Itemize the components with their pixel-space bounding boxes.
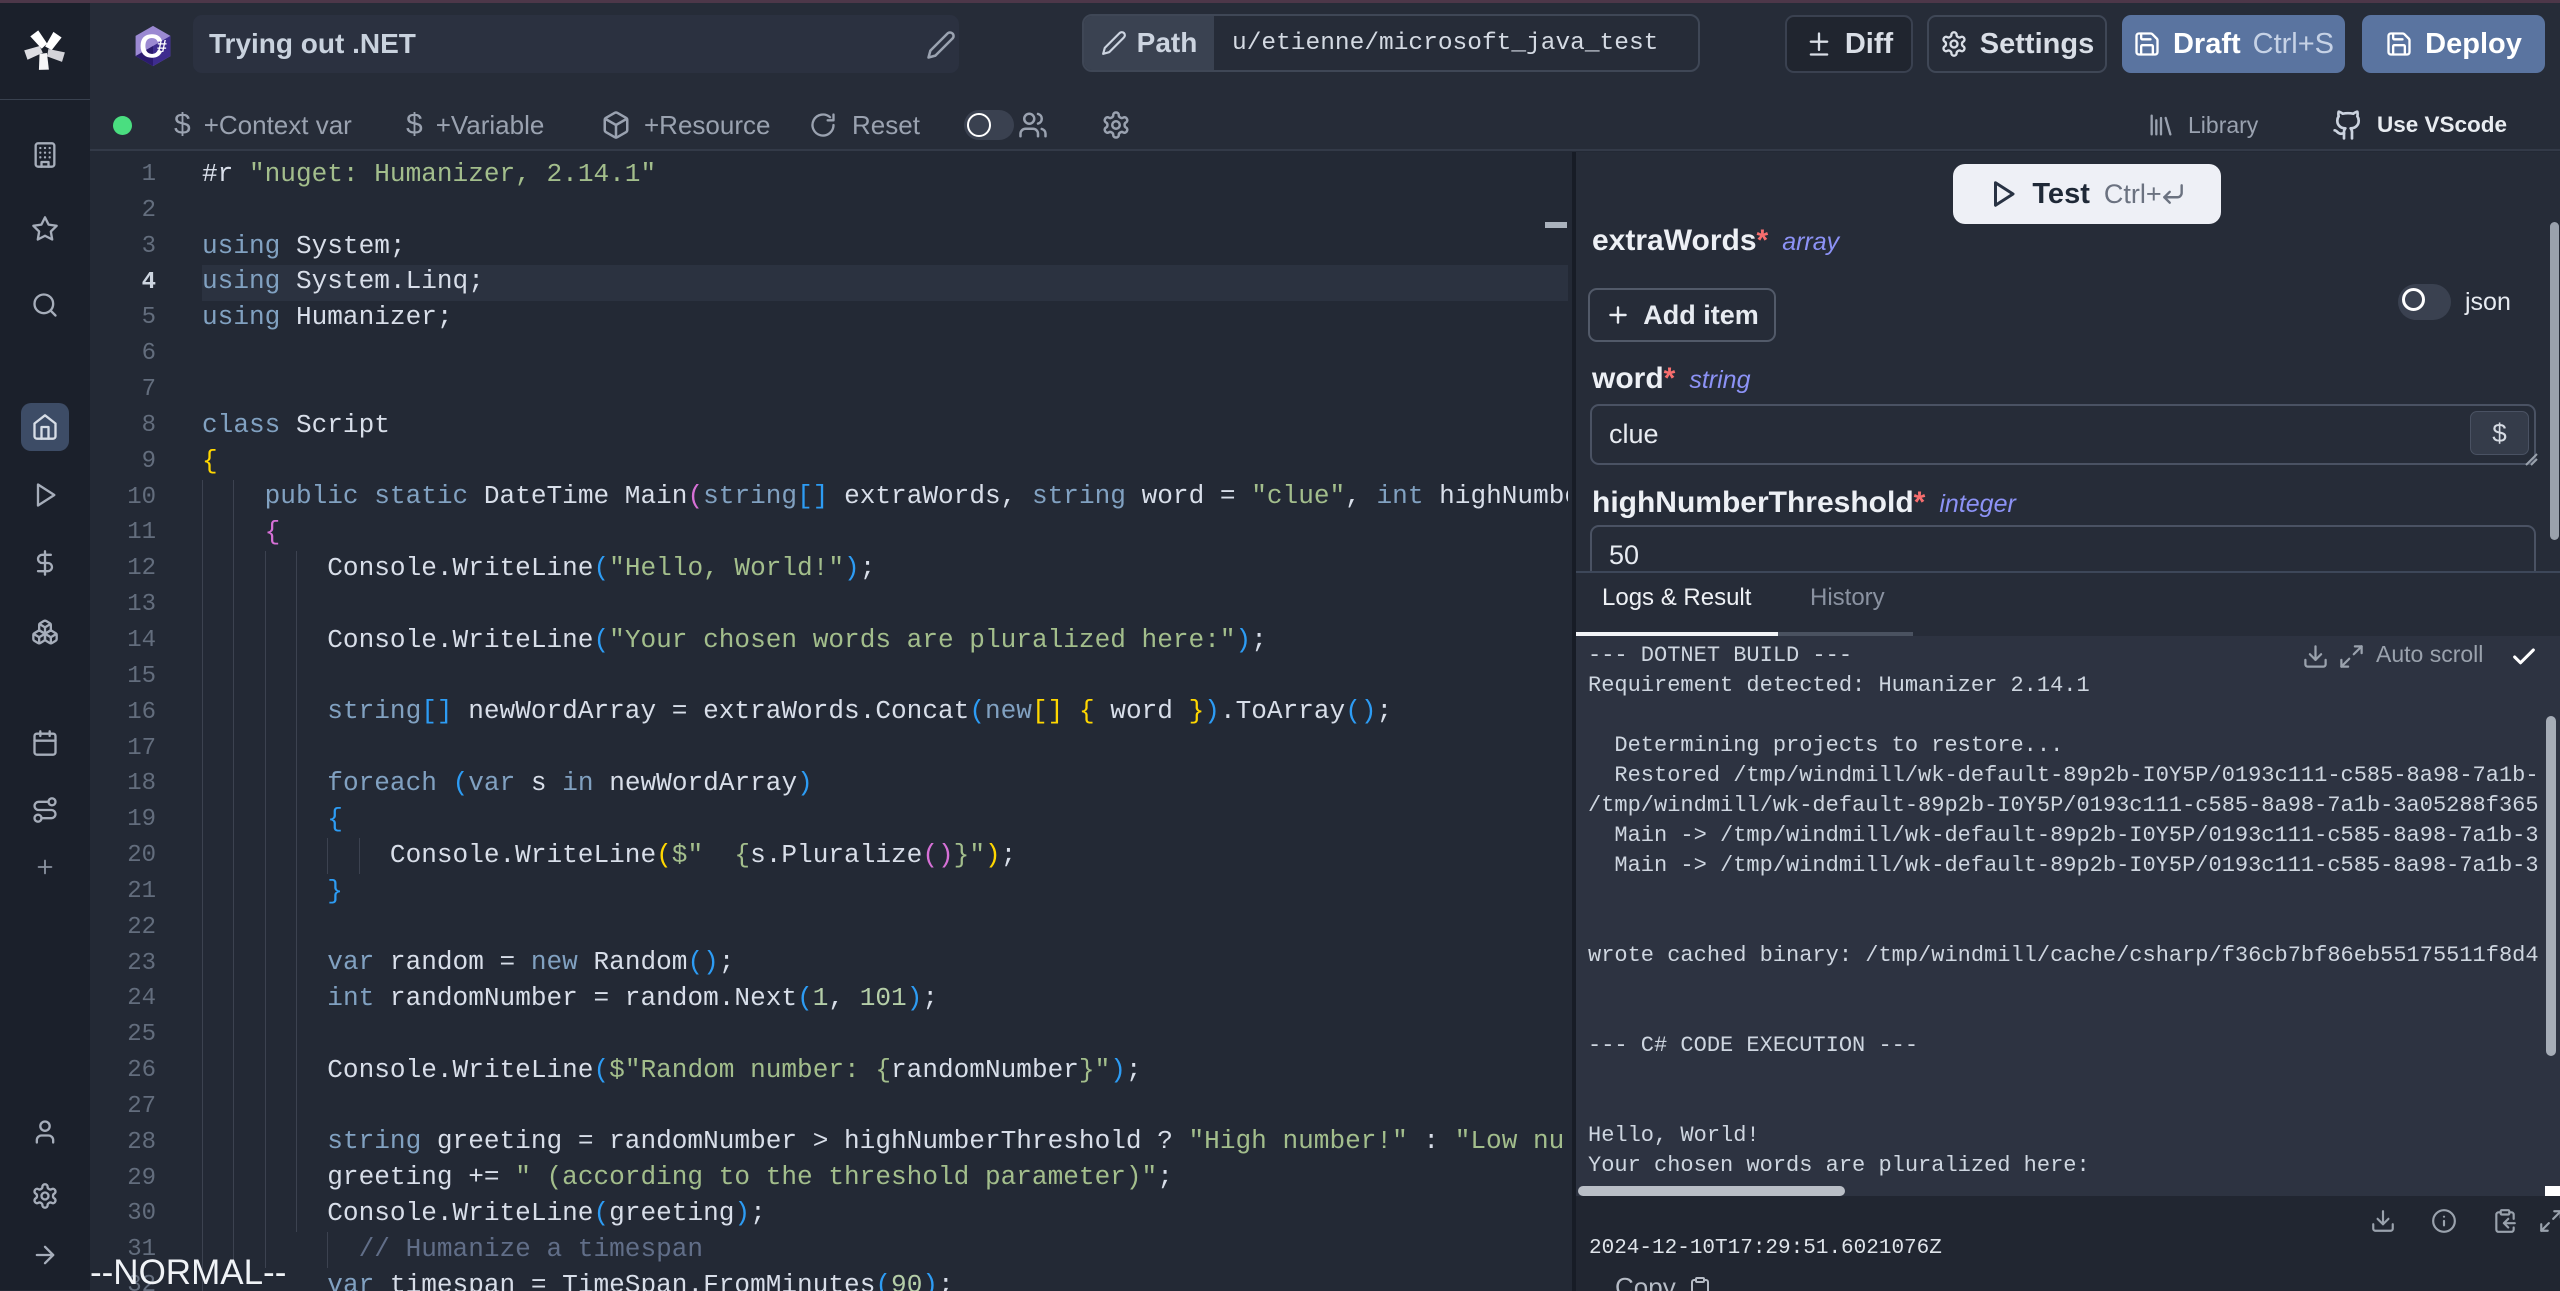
svg-text:#: # (157, 36, 167, 56)
